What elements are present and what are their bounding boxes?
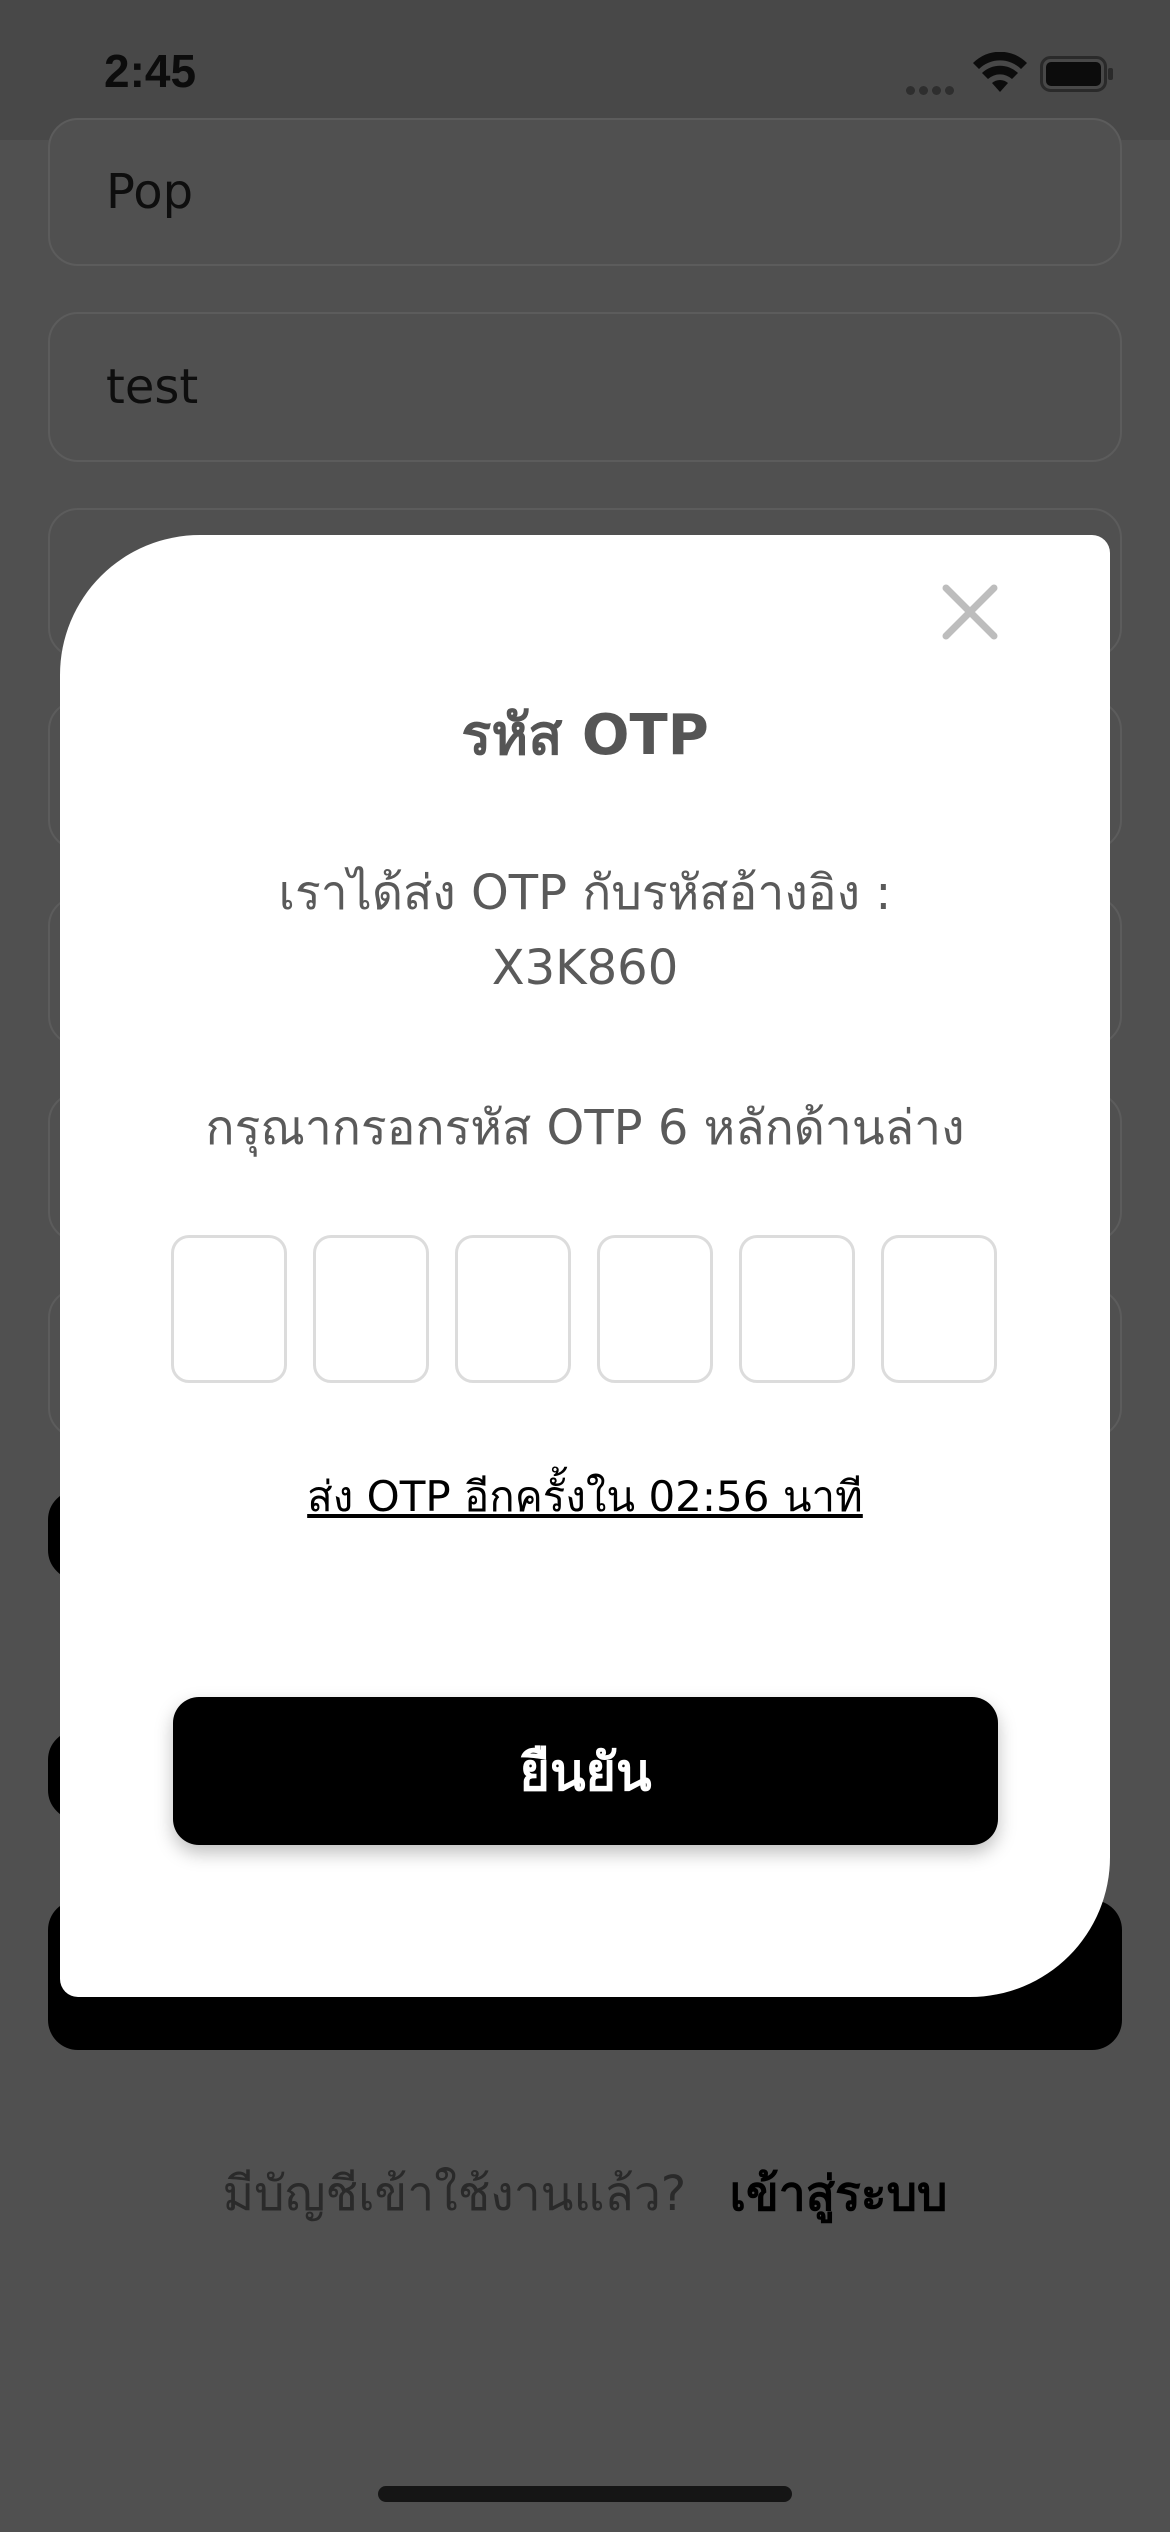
signin-prompt: มีบัญชีเข้าใช้งานแล้ว? <box>222 2166 687 2222</box>
otp-digit-input[interactable] <box>597 1235 713 1383</box>
signin-link[interactable]: เข้าสู่ระบบ <box>730 2166 948 2222</box>
close-icon[interactable] <box>940 582 1000 642</box>
confirm-button[interactable]: ยืนยัน <box>173 1697 998 1845</box>
otp-digit-input[interactable] <box>455 1235 571 1383</box>
battery-icon <box>1040 56 1113 92</box>
otp-digit-input[interactable] <box>881 1235 997 1383</box>
otp-instruction: กรุณากรอกรหัส OTP 6 หลักด้านล่าง <box>205 1100 965 1156</box>
otp-digit-input[interactable] <box>171 1235 287 1383</box>
last-name-value: test <box>106 359 199 415</box>
otp-digit-input[interactable] <box>313 1235 429 1383</box>
modal-title: รหัส OTP <box>461 703 709 768</box>
first-name-value: Pop <box>106 164 194 220</box>
otp-reference-code: X3K860 <box>491 940 679 996</box>
signin-row: มีบัญชีเข้าใช้งานแล้ว? เข้าสู่ระบบ <box>0 2156 1170 2232</box>
otp-sent-message: เราได้ส่ง OTP กับรหัสอ้างอิง : <box>278 865 892 921</box>
otp-digit-input[interactable] <box>739 1235 855 1383</box>
last-name-field[interactable]: test <box>48 312 1122 462</box>
first-name-field[interactable]: Pop <box>48 118 1122 266</box>
home-indicator <box>378 2486 792 2502</box>
cellular-signal-icon <box>906 80 962 95</box>
status-time: 2:45 <box>104 45 197 97</box>
wifi-icon <box>973 52 1027 92</box>
resend-otp-link[interactable]: ส่ง OTP อีกครั้งใน 02:56 นาที <box>0 1464 1170 1530</box>
